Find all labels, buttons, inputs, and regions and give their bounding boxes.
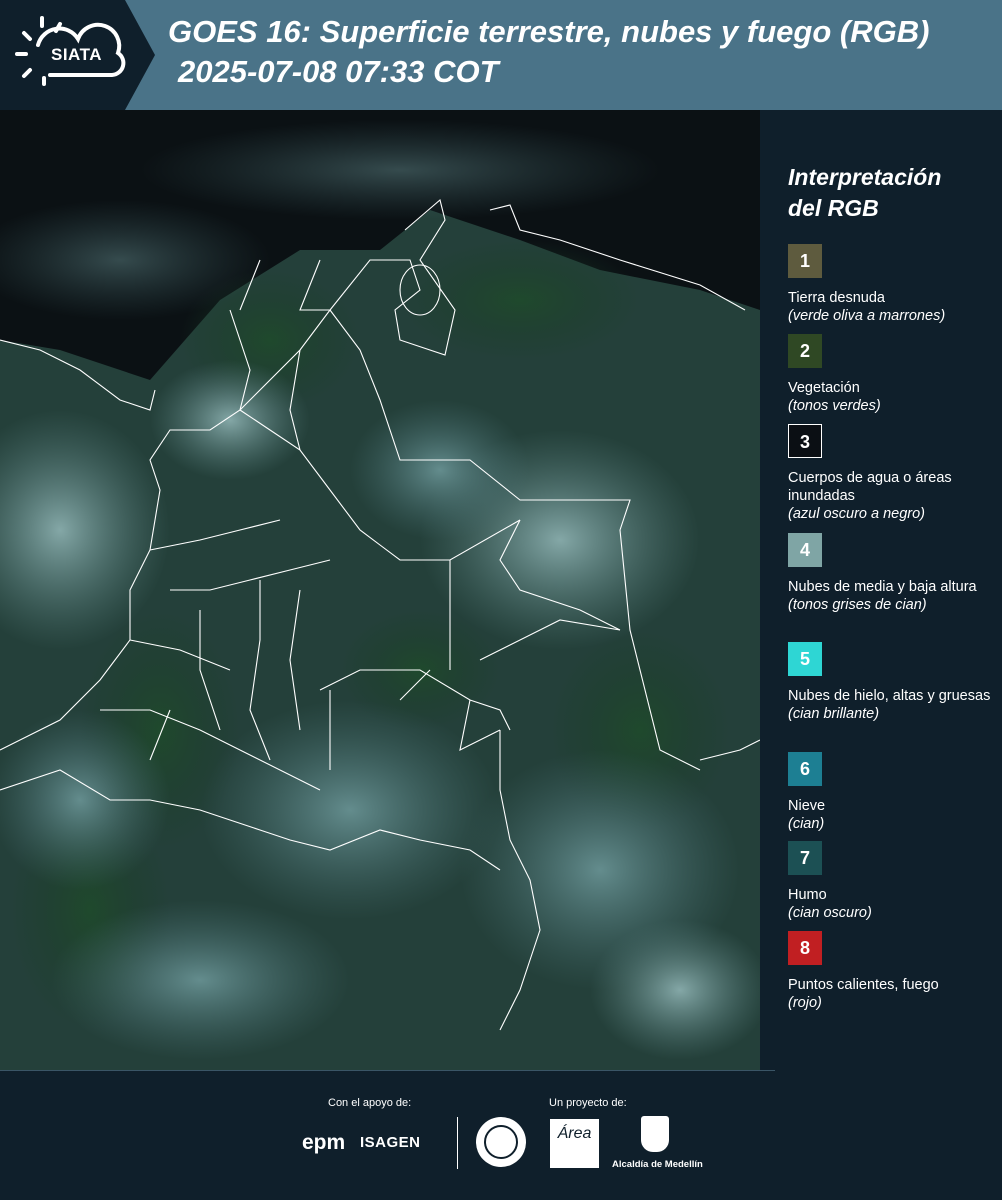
swatch-4: 4 <box>788 533 822 567</box>
legend-sub-7: (cian oscuro) <box>788 905 872 921</box>
legend-item-water: 3 Cuerpos de agua o áreas inundadas (azu… <box>788 424 993 523</box>
swatch-2: 2 <box>788 334 822 368</box>
legend-item-fire: 8 Puntos calientes, fuego (rojo) <box>788 931 993 1012</box>
legend-label-5: Nubes de hielo, altas y gruesas <box>788 688 991 704</box>
legend-item-snow: 6 Nieve (cian) <box>788 752 993 833</box>
siata-logo[interactable]: SIATA <box>0 0 155 110</box>
area-metropolitana-logo[interactable]: Área <box>550 1119 599 1168</box>
legend-item-bare-land: 1 Tierra desnuda (verde oliva a marrones… <box>788 244 993 325</box>
isagen-logo[interactable]: ISAGEN <box>360 1134 421 1151</box>
swatch-5: 5 <box>788 642 822 676</box>
legend-label-7: Humo <box>788 887 827 903</box>
swatch-8: 8 <box>788 931 822 965</box>
legend-title-line2: del RGB <box>788 195 879 221</box>
swatch-3: 3 <box>788 424 822 458</box>
header-bar: SIATA GOES 16: Superficie terrestre, nub… <box>0 0 1002 110</box>
legend-sub-3: (azul oscuro a negro) <box>788 506 926 522</box>
footer-divider-line <box>0 1070 775 1071</box>
swatch-6: 6 <box>788 752 822 786</box>
page-title: GOES 16: Superficie terrestre, nubes y f… <box>168 14 930 49</box>
project-label: Un proyecto de: <box>549 1097 627 1109</box>
footer: Con el apoyo de: Un proyecto de: epm ISA… <box>0 1070 1002 1200</box>
area-logo-text: Área <box>557 1125 592 1142</box>
legend-label-3: Cuerpos de agua o áreas inundadas <box>788 470 952 504</box>
swatch-1: 1 <box>788 244 822 278</box>
seal-inner-ring <box>484 1125 518 1159</box>
legend-label-4: Nubes de media y baja altura <box>788 579 977 595</box>
map-canvas <box>0 110 760 1070</box>
legend-title-line1: Interpretación <box>788 164 942 190</box>
legend-sub-1: (verde oliva a marrones) <box>788 308 946 324</box>
legend-sub-6: (cian) <box>788 816 825 832</box>
satellite-map[interactable] <box>0 110 760 1070</box>
legend-label-1: Tierra desnuda <box>788 290 885 306</box>
timestamp: 2025-07-08 07:33 COT <box>178 54 499 89</box>
legend-item-smoke: 7 Humo (cian oscuro) <box>788 841 993 922</box>
legend-title: Interpretación del RGB <box>788 162 941 224</box>
legend-sub-2: (tonos verdes) <box>788 398 881 414</box>
logo-text: SIATA <box>51 45 102 64</box>
legend-label-2: Vegetación <box>788 380 860 396</box>
support-label: Con el apoyo de: <box>328 1097 412 1109</box>
legend-sub-5: (cian brillante) <box>788 706 880 722</box>
legend-item-mid-low-clouds: 4 Nubes de media y baja altura (tonos gr… <box>788 533 993 614</box>
legend-item-vegetation: 2 Vegetación (tonos verdes) <box>788 334 993 415</box>
legend-label-6: Nieve <box>788 798 826 814</box>
logo-divider <box>457 1117 458 1169</box>
alcaldia-label: Alcaldía de Medellín <box>612 1159 703 1170</box>
epm-logo[interactable]: epm <box>302 1131 345 1155</box>
legend-sub-4: (tonos grises de cian) <box>788 597 927 613</box>
university-seal-logo[interactable] <box>476 1117 526 1167</box>
legend-label-8: Puntos calientes, fuego <box>788 977 939 993</box>
legend-sub-8: (rojo) <box>788 995 822 1011</box>
medellin-shield-icon[interactable] <box>641 1116 669 1152</box>
swatch-7: 7 <box>788 841 822 875</box>
legend-item-ice-clouds: 5 Nubes de hielo, altas y gruesas (cian … <box>788 642 993 723</box>
legend-panel: Interpretación del RGB 1 Tierra desnuda … <box>760 110 1002 1070</box>
